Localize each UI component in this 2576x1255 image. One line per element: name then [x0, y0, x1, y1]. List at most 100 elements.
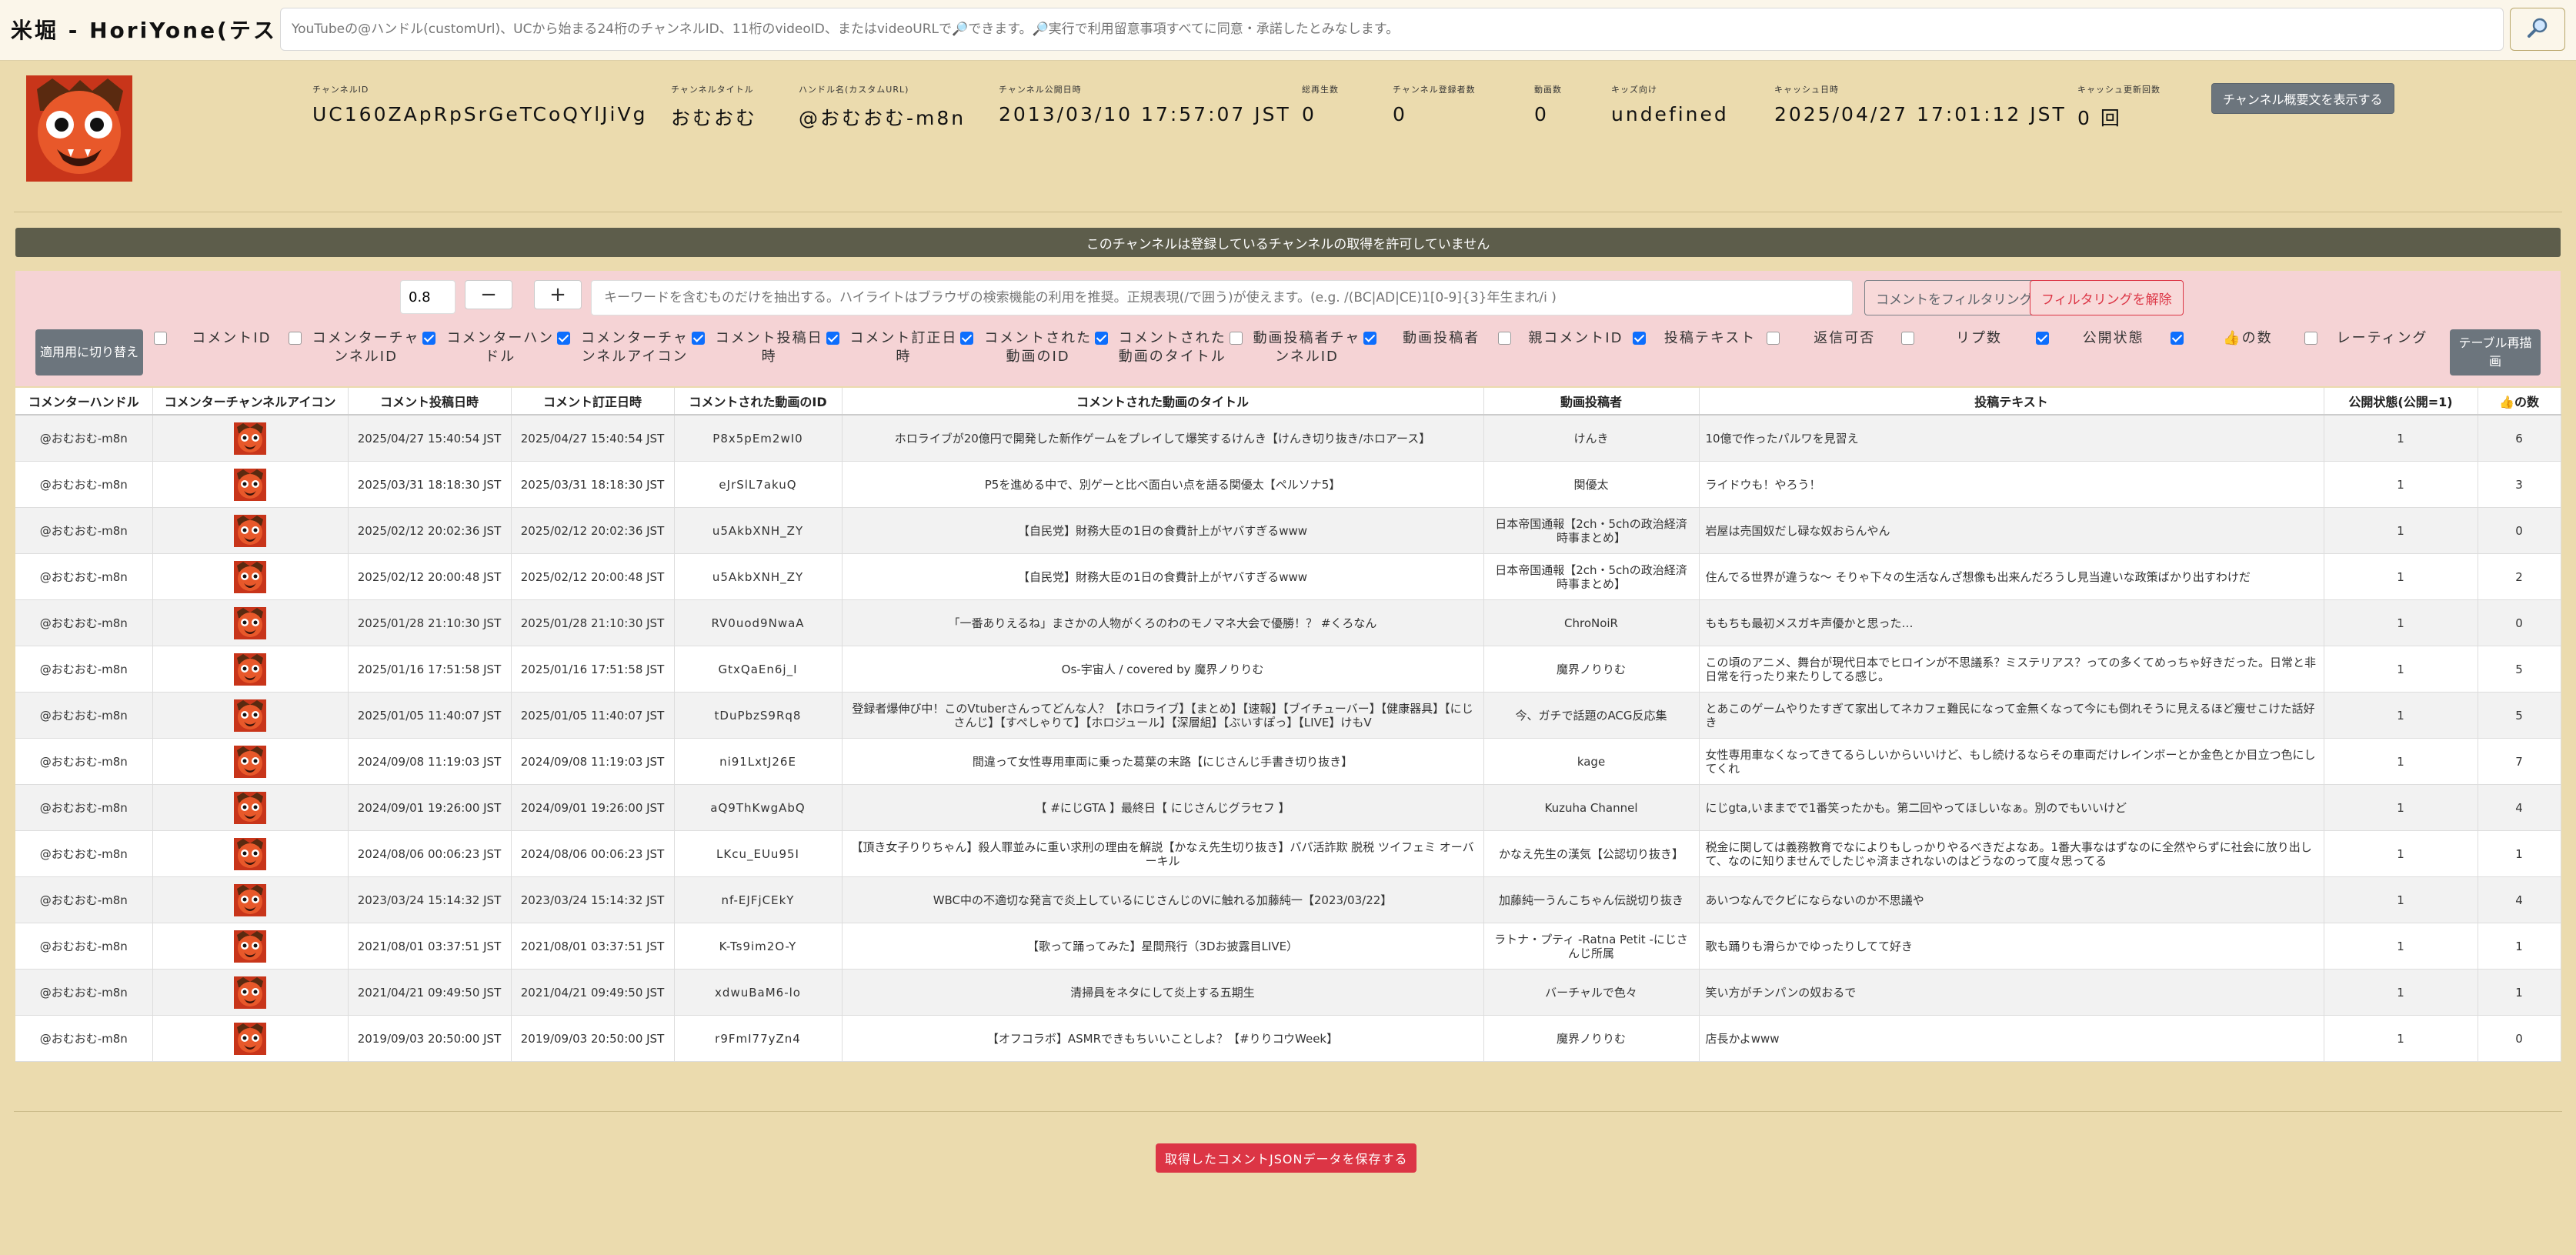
column-header[interactable]: 投稿テキスト [1699, 388, 2324, 416]
column-checkbox[interactable] [154, 332, 167, 345]
search-button[interactable] [2510, 8, 2565, 51]
column-checkbox[interactable] [1498, 332, 1512, 345]
column-header[interactable]: コメントされた動画のID [674, 388, 843, 416]
video-id-cell: K-Ts9im2O-Y [674, 923, 843, 970]
column-header[interactable]: 公開状態(公開=1) [2324, 388, 2478, 416]
commenter-icon-cell[interactable] [152, 876, 349, 923]
column-checkbox[interactable] [1632, 332, 1646, 345]
column-toggle[interactable]: コメンターチャンネルID [288, 329, 423, 372]
table-row: @おむおむ-m8n 2023/03/24 15:14:32 JST 2023/03/… [15, 876, 2561, 923]
column-toggle[interactable]: コメント訂正日時 [826, 329, 961, 372]
column-toggle-label: コメンターチャンネルアイコン [581, 330, 689, 365]
show-description-button[interactable]: チャンネル概要文を表示する [2211, 83, 2394, 114]
video-id-cell: LKcu_EUu95I [674, 830, 843, 877]
column-checkbox[interactable] [2170, 332, 2184, 345]
column-toggle[interactable]: 返信可否 [1767, 329, 1901, 372]
column-toggle[interactable]: 動画投稿者 [1363, 329, 1498, 372]
column-checkbox[interactable] [1767, 332, 1780, 345]
commenter-icon-cell[interactable] [152, 599, 349, 646]
commenter-icon-cell[interactable] [152, 461, 349, 508]
keyword-filter-input[interactable] [591, 280, 1853, 315]
save-json-button[interactable]: 取得したコメントJSONデータを保存する [1156, 1143, 1417, 1173]
column-toggle-label: 動画投稿者 [1403, 330, 1480, 346]
column-header[interactable]: 👍の数 [2478, 388, 2561, 416]
avatar[interactable] [234, 560, 266, 593]
commenter-icon-cell[interactable] [152, 507, 349, 554]
column-toggle[interactable]: コメント投稿日時 [691, 329, 826, 372]
redraw-table-button[interactable]: テーブル再描画 [2450, 329, 2541, 375]
avatar[interactable] [234, 699, 266, 732]
uploader-cell: 今、ガチで話題のACG反応集 [1483, 692, 1700, 739]
search-input[interactable] [280, 8, 2504, 51]
column-toggle[interactable]: リプ数 [1901, 329, 2036, 372]
column-toggle[interactable]: 動画投稿者チャンネルID [1229, 329, 1364, 372]
apply-toggle-button[interactable]: 適用用に切り替え [35, 329, 143, 375]
table-row: @おむおむ-m8n 2025/03/31 18:18:30 JST 2025/03/… [15, 461, 2561, 508]
commenter-icon-cell[interactable] [152, 923, 349, 970]
column-toggle[interactable]: 投稿テキスト [1632, 329, 1767, 372]
column-checkbox[interactable] [288, 332, 302, 345]
threshold-input[interactable] [400, 280, 455, 314]
filter-comments-button[interactable]: コメントをフィルタリング [1864, 280, 2044, 315]
decrement-button[interactable]: − [465, 280, 512, 309]
commenter-handle-cell: @おむおむ-m8n [15, 784, 153, 831]
column-toggle[interactable]: コメントされた動画のID [960, 329, 1095, 372]
column-toggle[interactable]: 公開状態 [2035, 329, 2171, 372]
video-title-cell: 【 #にじGTA 】最終日【 にじさんじグラセフ 】 [842, 784, 1484, 831]
clear-filter-button[interactable]: フィルタリングを解除 [2030, 280, 2184, 315]
column-toggle[interactable]: コメントID [154, 329, 289, 372]
avatar[interactable] [234, 653, 266, 686]
column-header[interactable]: コメンターチャンネルアイコン [152, 388, 349, 416]
avatar[interactable] [234, 422, 266, 455]
avatar[interactable] [234, 745, 266, 778]
column-header[interactable]: コメントされた動画のタイトル [842, 388, 1484, 416]
column-toggle[interactable]: 👍の数 [2170, 329, 2305, 372]
increment-button[interactable]: + [534, 280, 582, 309]
uploader-cell: kage [1483, 738, 1700, 785]
commenter-icon-cell[interactable] [152, 784, 349, 831]
commenter-icon-cell[interactable] [152, 415, 349, 462]
commenter-icon-cell[interactable] [152, 692, 349, 739]
avatar[interactable] [234, 883, 266, 916]
avatar[interactable] [234, 606, 266, 639]
commenter-icon-cell[interactable] [152, 969, 349, 1016]
commenter-handle-cell: @おむおむ-m8n [15, 738, 153, 785]
column-checkbox[interactable] [1363, 332, 1377, 345]
commenter-icon-cell[interactable] [152, 738, 349, 785]
video-title-cell: P5を進める中で、別ゲーと比べ面白い点を語る関優太【ペルソナ5】 [842, 461, 1484, 508]
avatar[interactable] [234, 1022, 266, 1055]
column-header[interactable]: コメンターハンドル [15, 388, 153, 416]
column-checkbox[interactable] [557, 332, 571, 345]
column-checkbox[interactable] [826, 332, 839, 345]
avatar[interactable] [234, 514, 266, 547]
column-checkbox[interactable] [960, 332, 974, 345]
column-checkbox[interactable] [2035, 332, 2049, 345]
column-header[interactable]: 動画投稿者 [1483, 388, 1700, 416]
column-header[interactable]: コメント投稿日時 [348, 388, 512, 416]
avatar[interactable] [234, 930, 266, 963]
column-checkbox[interactable] [2304, 332, 2318, 345]
column-toggle[interactable]: コメントされた動画のタイトル [1094, 329, 1230, 372]
column-toggle[interactable]: コメンターチャンネルアイコン [557, 329, 692, 372]
avatar[interactable] [234, 791, 266, 824]
column-checkbox[interactable] [1229, 332, 1243, 345]
avatar[interactable] [234, 976, 266, 1009]
column-header[interactable]: コメント訂正日時 [511, 388, 675, 416]
column-checkbox[interactable] [422, 332, 436, 345]
avatar[interactable] [234, 837, 266, 870]
column-checkbox[interactable] [1094, 332, 1108, 345]
column-checkbox[interactable] [1901, 332, 1915, 345]
commenter-icon-cell[interactable] [152, 1015, 349, 1062]
commenter-icon-cell[interactable] [152, 553, 349, 600]
public-status-cell: 1 [2324, 461, 2478, 508]
column-toggle[interactable]: コメンターハンドル [422, 329, 557, 372]
column-toggle[interactable]: 親コメントID [1498, 329, 1633, 372]
table-row: @おむおむ-m8n 2024/09/08 11:19:03 JST 2024/09/… [15, 738, 2561, 785]
column-checkbox[interactable] [691, 332, 705, 345]
commenter-icon-cell[interactable] [152, 830, 349, 877]
avatar[interactable] [234, 468, 266, 501]
commenter-icon-cell[interactable] [152, 646, 349, 693]
column-toggle[interactable]: レーティング [2304, 329, 2439, 372]
commenter-handle-cell: @おむおむ-m8n [15, 876, 153, 923]
info-value: @おむおむ-m8n [799, 107, 966, 129]
